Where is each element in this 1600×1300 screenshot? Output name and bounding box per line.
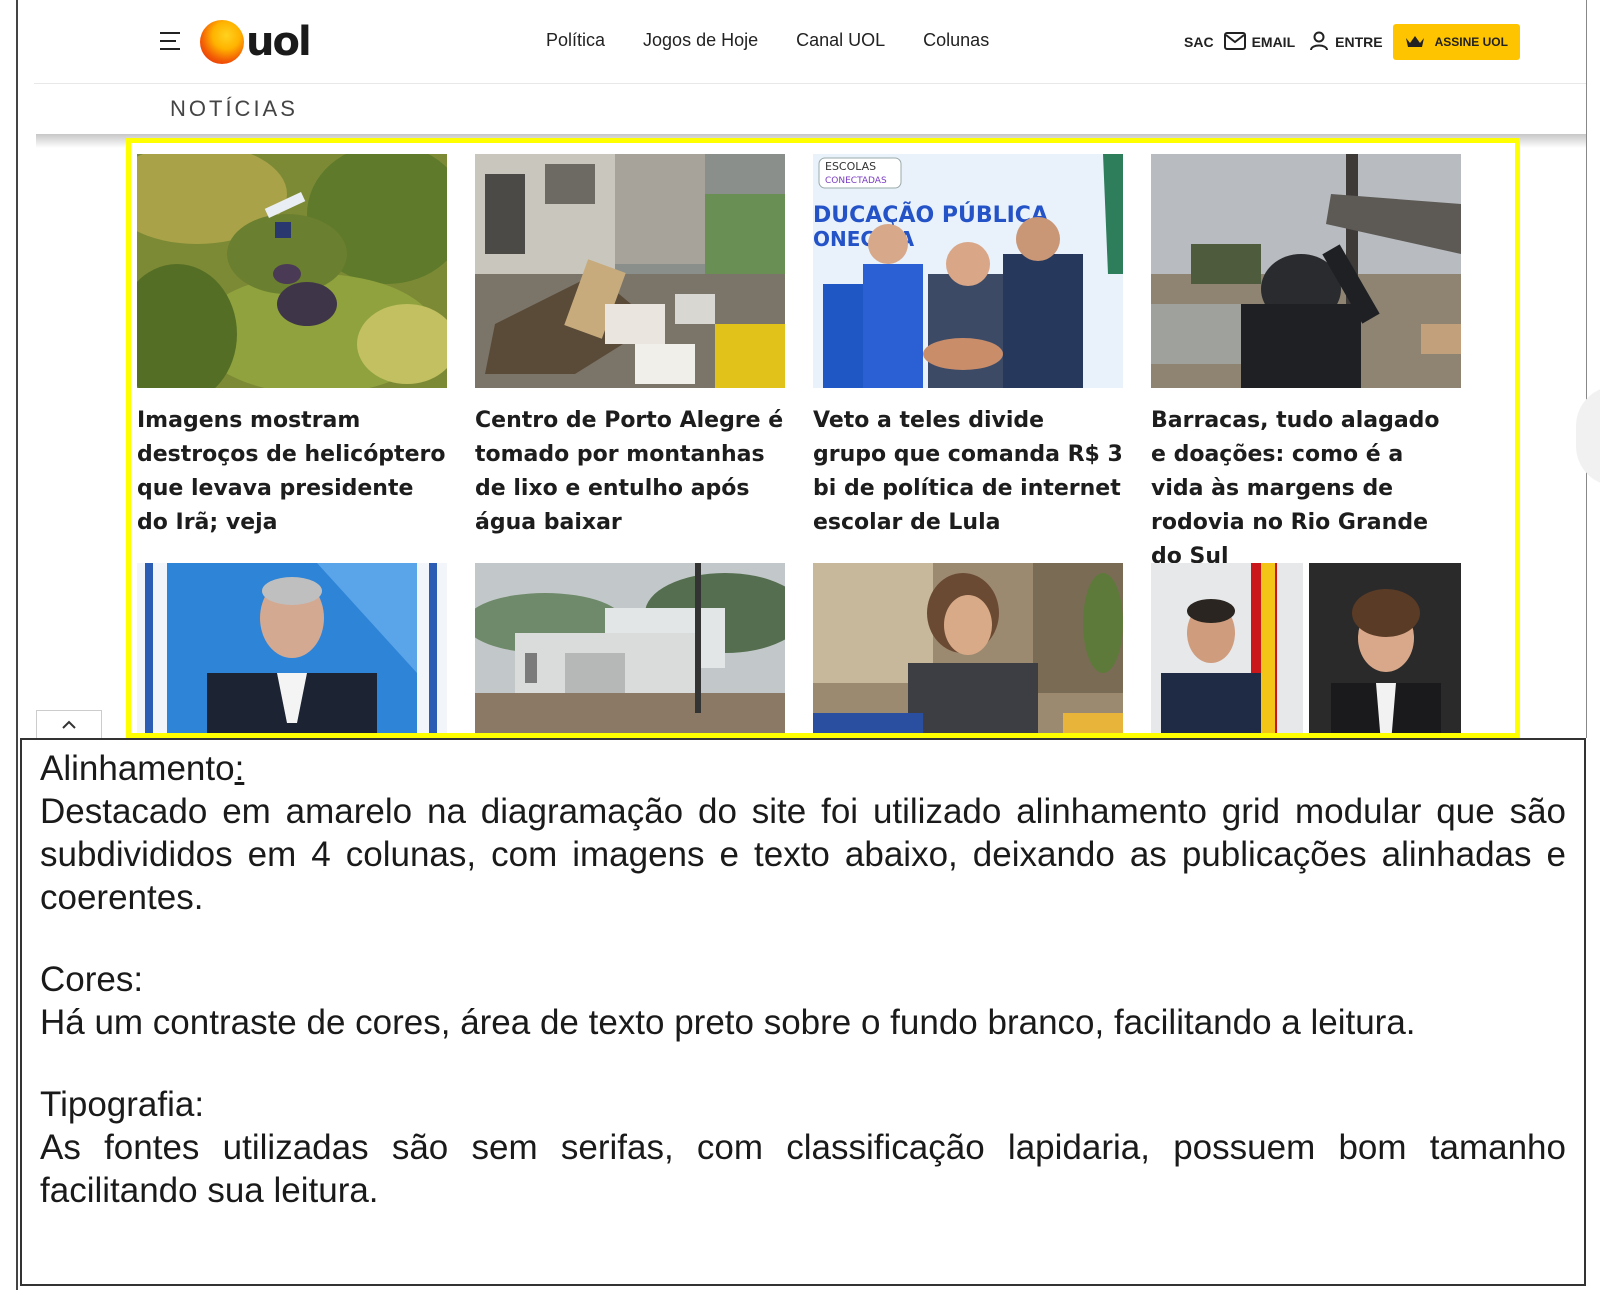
alinhamento-text: Destacado em amarelo na diagramação do s… <box>40 792 1566 917</box>
news-card[interactable]: ESCOLAS CONECTADAS DUCAÇÃO PÚBLICA ONEC … <box>813 154 1123 540</box>
news-card[interactable] <box>475 563 785 733</box>
politicians-handshake-photo[interactable]: ESCOLAS CONECTADAS DUCAÇÃO PÚBLICA ONEC … <box>813 154 1123 388</box>
helicopter-wreck-photo[interactable] <box>137 154 447 388</box>
tipografia-heading: Tipografia: <box>40 1085 205 1124</box>
nav-link-canal-uol[interactable]: Canal UOL <box>796 30 885 51</box>
chevron-up-icon <box>61 717 77 733</box>
cores-block: Cores: Há um contraste de cores, área de… <box>40 959 1566 1044</box>
entre-label: ENTRE <box>1335 34 1383 50</box>
section-title: NOTÍCIAS <box>170 96 298 121</box>
side-scroll-handle[interactable] <box>1576 386 1600 486</box>
crown-icon <box>1405 34 1425 51</box>
banner-conectadas-text: CONECTADAS <box>825 176 887 186</box>
nav-link-jogos-de-hoje[interactable]: Jogos de Hoje <box>643 30 758 51</box>
alinhamento-colon: : <box>234 749 245 788</box>
news-card[interactable]: Barracas, tudo alagado e doações: como é… <box>1151 154 1461 574</box>
alinhamento-block: Alinhamento: Destacado em amarelo na dia… <box>40 748 1566 919</box>
login-link[interactable]: ENTRE <box>1309 31 1383 54</box>
flooded-road-photo[interactable] <box>1151 154 1461 388</box>
alinhamento-title: Alinhamento <box>40 749 235 788</box>
subscribe-label: ASSINE UOL <box>1434 35 1508 49</box>
news-card[interactable]: Imagens mostram destroços de helicóptero… <box>137 154 447 540</box>
nav-link-politica[interactable]: Política <box>546 30 605 51</box>
alinhamento-heading: Alinhamento: <box>40 748 1566 790</box>
hamburger-menu-icon[interactable] <box>160 32 182 50</box>
cores-text: Há um contraste de cores, área de texto … <box>40 1003 1416 1042</box>
frame-border-left <box>16 0 18 1290</box>
two-politicians-photo[interactable] <box>1151 563 1461 733</box>
banner-educacao-text: DUCAÇÃO PÚBLICA <box>813 202 1048 228</box>
news-headline[interactable]: Centro de Porto Alegre é tomado por mont… <box>475 404 785 540</box>
news-headline[interactable]: Barracas, tudo alagado e doações: como é… <box>1151 404 1461 574</box>
tipografia-text: As fontes utilizadas são sem serifas, co… <box>40 1128 1566 1210</box>
news-headline[interactable]: Veto a teles divide grupo que comanda R$… <box>813 404 1123 540</box>
uol-logo[interactable]: uol <box>200 18 312 66</box>
nav-link-colunas[interactable]: Colunas <box>923 30 989 51</box>
subscribe-button[interactable]: ASSINE UOL <box>1392 24 1520 60</box>
cores-heading: Cores: <box>40 960 144 999</box>
tipografia-block: Tipografia: As fontes utilizadas são sem… <box>40 1084 1566 1212</box>
banner-escolas-text: ESCOLAS <box>825 160 876 173</box>
user-icon <box>1309 31 1329 54</box>
sac-link[interactable]: SAC <box>1184 34 1214 50</box>
smiling-woman-photo[interactable] <box>813 563 1123 733</box>
analysis-notes: Alinhamento: Destacado em amarelo na dia… <box>20 738 1586 1286</box>
news-grid-highlight: Imagens mostram destroços de helicóptero… <box>126 138 1520 738</box>
uol-logo-ball-icon <box>200 20 244 64</box>
news-card[interactable]: Centro de Porto Alegre é tomado por mont… <box>475 154 785 540</box>
site-header: uol Política Jogos de Hoje Canal UOL Col… <box>34 0 1586 84</box>
email-link[interactable]: EMAIL <box>1223 31 1296 53</box>
scroll-to-top-button[interactable] <box>36 710 102 738</box>
news-headline[interactable]: Imagens mostram destroços de helicóptero… <box>137 404 447 540</box>
utility-nav: SAC EMAIL ENTRE ASSINE UOL <box>1184 24 1520 60</box>
envelope-icon <box>1223 31 1246 53</box>
news-card[interactable] <box>813 563 1123 733</box>
news-card[interactable] <box>137 563 447 733</box>
email-label: EMAIL <box>1251 34 1296 50</box>
debris-street-photo[interactable] <box>475 154 785 388</box>
logo-text: uol <box>246 19 312 65</box>
main-nav: Política Jogos de Hoje Canal UOL Colunas <box>546 30 989 51</box>
frame-border-right <box>1586 0 1587 738</box>
news-card[interactable] <box>1151 563 1461 733</box>
flooded-building-photo[interactable] <box>475 563 785 733</box>
netanyahu-photo[interactable] <box>137 563 447 733</box>
